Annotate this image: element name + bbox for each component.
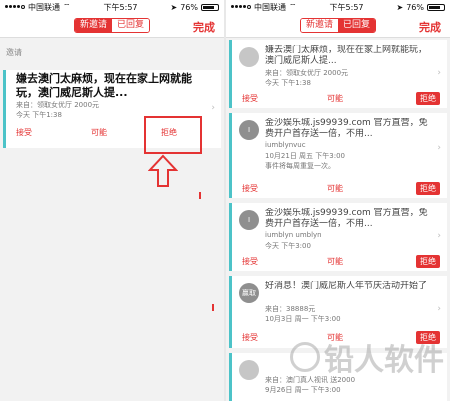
section-label: 邀请: [6, 48, 22, 57]
battery-icon: [426, 3, 445, 11]
battery-icon: [200, 3, 219, 11]
invite-from: iumblynvuc: [265, 141, 306, 149]
invite-time: 今天 下午1:38: [16, 111, 62, 119]
invite-title: 好消息！澳门威尼斯人年节庆活动开始了: [265, 281, 428, 291]
location-icon: ➤: [170, 2, 178, 12]
segmented-control: 新邀请 已回复: [73, 18, 151, 33]
reject-button[interactable]: 拒绝: [416, 182, 440, 195]
accept-button[interactable]: 接受: [242, 93, 258, 104]
invite-from: iumblyn umblyn: [265, 231, 322, 239]
chevron-right-icon[interactable]: ›: [211, 103, 215, 113]
accept-button[interactable]: 接受: [16, 127, 32, 138]
status-bar: 中国联通 ⌔ 下午5:57 ➤ 76%: [0, 0, 224, 14]
invite-time: 10月3日 周一 下午3:00: [265, 315, 341, 323]
wifi-icon: ⌔: [289, 2, 297, 11]
invite-card[interactable]: I 金沙娱乐城.js99939.com 官方直营，免费开户首存送一倍，不用...…: [229, 203, 447, 271]
avatar: 赢取: [239, 283, 259, 303]
done-button[interactable]: 完成: [419, 19, 441, 35]
left-screen: 中国联通 ⌔ 下午5:57 ➤ 76% 新邀请 已回复 完成 邀请 嫌去澳门太麻…: [0, 0, 224, 401]
reject-button[interactable]: 拒绝: [416, 92, 440, 105]
accept-button[interactable]: 接受: [242, 332, 258, 343]
tab-replied[interactable]: 已回复: [338, 19, 376, 32]
invite-card[interactable]: I 金沙娱乐城.js99939.com 官方直营，免费开户首存送一倍，不用...…: [229, 113, 447, 198]
invite-card[interactable]: 嫌去澳门太麻烦，现在在家上网就能玩，澳门威尼斯人提... 来自：领取女优厅 20…: [229, 40, 447, 108]
invite-time: 今天 下午1:38: [265, 79, 311, 87]
wifi-icon: ⌔: [63, 2, 71, 11]
invite-time: 10月21日 周五 下午3:00: [265, 152, 345, 160]
invite-title: 嫌去澳门太麻烦，现在在家上网就能玩，澳门威尼斯人提...: [16, 72, 192, 99]
watermark: 铅人软件: [290, 335, 444, 379]
invite-time: 9月26日 周一 下午3:00: [265, 386, 341, 394]
invite-title: 金沙娱乐城.js99939.com 官方直营，免费开户首存送一倍，不用...: [265, 118, 428, 139]
signal-icon: [5, 5, 25, 9]
tab-replied[interactable]: 已回复: [112, 19, 150, 32]
invite-title: 嫌去澳门太麻烦，现在在家上网就能玩，澳门威尼斯人提...: [265, 45, 428, 66]
chevron-right-icon[interactable]: ›: [437, 231, 441, 241]
battery-percent: 76%: [180, 2, 198, 12]
nav-bar: 新邀请 已回复 完成: [0, 14, 224, 38]
red-mark: [212, 304, 214, 311]
chevron-right-icon[interactable]: ›: [437, 68, 441, 78]
tab-new-invites[interactable]: 新邀请: [74, 19, 112, 32]
status-bar: 中国联通 ⌔ 下午5:57 ➤ 76%: [226, 0, 450, 14]
invite-from: 来自：38888元: [265, 305, 316, 313]
carrier-label: 中国联通: [254, 2, 286, 12]
done-button[interactable]: 完成: [193, 19, 215, 35]
chevron-right-icon[interactable]: ›: [437, 304, 441, 314]
watermark-logo-icon: [290, 342, 320, 372]
avatar: I: [239, 210, 259, 230]
red-mark: [199, 192, 201, 199]
avatar: I: [239, 120, 259, 140]
invite-repeat-note: 事件将每周重复一次。: [265, 162, 335, 170]
highlight-box: [144, 116, 202, 154]
invite-time: 今天 下午3:00: [265, 242, 311, 250]
clock: 下午5:57: [103, 2, 138, 12]
maybe-button[interactable]: 可能: [327, 93, 343, 104]
maybe-button[interactable]: 可能: [327, 183, 343, 194]
clock: 下午5:57: [329, 2, 364, 12]
invite-from: 来自：领取女优厅 2000元: [16, 101, 100, 109]
battery-percent: 76%: [406, 2, 424, 12]
watermark-text: 铅人软件: [324, 343, 444, 378]
location-icon: ➤: [396, 2, 404, 12]
avatar: [239, 360, 259, 380]
accept-button[interactable]: 接受: [242, 183, 258, 194]
segmented-control: 新邀请 已回复: [299, 18, 377, 33]
carrier-label: 中国联通: [28, 2, 60, 12]
invite-title: 金沙娱乐城.js99939.com 官方直营，免费开户首存送一倍，不用...: [265, 208, 428, 229]
arrow-up-icon: [148, 154, 178, 187]
chevron-right-icon[interactable]: ›: [437, 143, 441, 153]
avatar: [239, 47, 259, 67]
invite-from: 来自：领取女优厅 2000元: [265, 69, 349, 77]
maybe-button[interactable]: 可能: [327, 256, 343, 267]
maybe-button[interactable]: 可能: [91, 127, 107, 138]
nav-bar: 新邀请 已回复 完成: [226, 14, 450, 38]
tab-new-invites[interactable]: 新邀请: [300, 19, 338, 32]
signal-icon: [231, 5, 251, 9]
accept-button[interactable]: 接受: [242, 256, 258, 267]
reject-button[interactable]: 拒绝: [416, 255, 440, 268]
